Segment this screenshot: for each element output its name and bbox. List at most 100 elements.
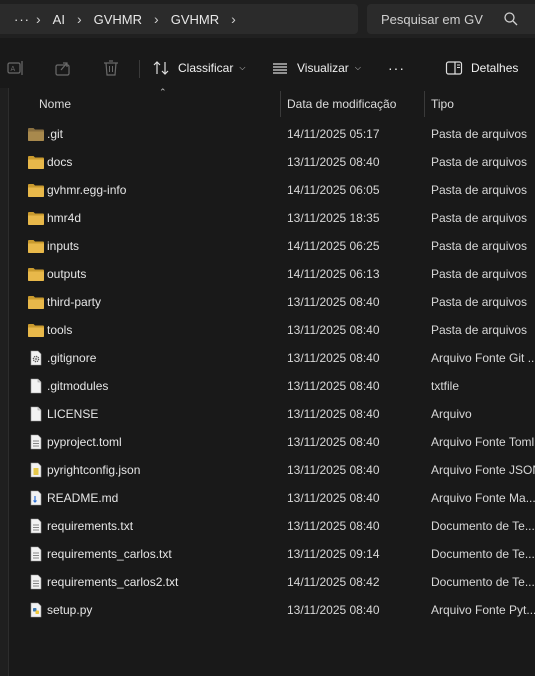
file-icon xyxy=(27,406,45,422)
chevron-down-icon: ⌵ xyxy=(354,63,361,72)
file-row[interactable]: setup.py 13/11/2025 08:40 Arquivo Fonte Py… xyxy=(9,596,535,624)
file-list: .git 14/11/2025 05:17 Pasta de arquivos doc… xyxy=(9,120,535,624)
search-box[interactable]: Pesquisar em GV xyxy=(367,4,535,34)
file-row[interactable]: docs 13/11/2025 08:40 Pasta de arquivos xyxy=(9,148,535,176)
folder-icon xyxy=(27,294,45,310)
chevron-right-icon[interactable]: › xyxy=(231,11,236,27)
chevron-down-icon: ⌵ xyxy=(239,63,246,72)
json-file-icon xyxy=(27,462,45,478)
file-icon xyxy=(27,378,45,394)
breadcrumb[interactable]: ··· › AI › GVHMR › GVHMR › xyxy=(0,4,358,34)
file-date: 13/11/2025 08:40 xyxy=(287,519,380,533)
file-row[interactable]: outputs 14/11/2025 06:13 Pasta de arquivos xyxy=(9,260,535,288)
file-row[interactable]: .gitignore 13/11/2025 08:40 Arquivo Fonte … xyxy=(9,344,535,372)
file-type: Arquivo xyxy=(431,407,472,421)
svg-text:A: A xyxy=(11,66,16,73)
file-date: 13/11/2025 08:40 xyxy=(287,351,380,365)
file-name: setup.py xyxy=(47,603,93,617)
file-row[interactable]: gvhmr.egg-info 14/11/2025 06:05 Pasta de a… xyxy=(9,176,535,204)
navigation-pane-edge xyxy=(0,88,8,676)
folder-icon xyxy=(27,182,45,198)
file-row[interactable]: inputs 14/11/2025 06:25 Pasta de arquivos xyxy=(9,232,535,260)
view-lines-icon xyxy=(273,63,287,74)
trash-icon[interactable] xyxy=(101,58,121,78)
folder-icon xyxy=(27,266,45,282)
file-date: 13/11/2025 18:35 xyxy=(287,211,380,225)
details-button[interactable]: Detalhes xyxy=(445,57,518,79)
breadcrumb-item-ai[interactable]: AI xyxy=(53,12,65,27)
file-type: Arquivo Fonte JSON xyxy=(431,463,535,477)
folder-icon xyxy=(27,210,45,226)
view-button[interactable]: Visualizar ⌵ xyxy=(271,57,361,79)
file-row[interactable]: requirements_carlos.txt 13/11/2025 09:14 D… xyxy=(9,540,535,568)
file-date: 14/11/2025 06:05 xyxy=(287,183,380,197)
text-file-icon xyxy=(27,434,45,450)
file-row[interactable]: LICENSE 13/11/2025 08:40 Arquivo xyxy=(9,400,535,428)
file-row[interactable]: .git 14/11/2025 05:17 Pasta de arquivos xyxy=(9,120,535,148)
file-date: 14/11/2025 06:25 xyxy=(287,239,380,253)
column-resize-handle[interactable] xyxy=(280,91,281,117)
file-name: .gitignore xyxy=(47,351,97,365)
file-row[interactable]: README.md 13/11/2025 08:40 Arquivo Fonte M… xyxy=(9,484,535,512)
chevron-right-icon: › xyxy=(76,11,82,27)
file-type: Pasta de arquivos xyxy=(431,239,528,253)
breadcrumb-more-button[interactable]: ··· xyxy=(8,12,36,27)
file-type: Pasta de arquivos xyxy=(431,211,528,225)
file-type: Documento de Te... xyxy=(431,547,535,561)
file-type: Documento de Te... xyxy=(431,575,535,589)
file-type: Arquivo Fonte Git ... xyxy=(431,351,535,365)
file-name: LICENSE xyxy=(47,407,99,421)
file-row[interactable]: .gitmodules 13/11/2025 08:40 txtfile xyxy=(9,372,535,400)
more-options-button[interactable]: ··· xyxy=(388,57,405,79)
file-name: requirements_carlos2.txt xyxy=(47,575,179,589)
toolbar-divider xyxy=(139,60,140,78)
file-name: .gitmodules xyxy=(47,379,109,393)
file-date: 13/11/2025 08:40 xyxy=(287,407,380,421)
file-row[interactable]: hmr4d 13/11/2025 18:35 Pasta de arquivos xyxy=(9,204,535,232)
file-name: requirements.txt xyxy=(47,519,134,533)
file-date: 13/11/2025 08:40 xyxy=(287,491,380,505)
file-row[interactable]: requirements_carlos2.txt 14/11/2025 08:42… xyxy=(9,568,535,596)
rename-icon[interactable]: A xyxy=(6,58,26,78)
sort-button[interactable]: Classificar ⌵ xyxy=(152,57,245,79)
column-resize-handle[interactable] xyxy=(424,91,425,117)
file-date: 13/11/2025 08:40 xyxy=(287,463,380,477)
folder-icon xyxy=(27,126,45,142)
sort-label: Classificar xyxy=(178,61,234,75)
details-label: Detalhes xyxy=(471,61,519,75)
file-name: tools xyxy=(47,323,73,337)
share-icon[interactable] xyxy=(53,58,73,78)
file-date: 13/11/2025 08:40 xyxy=(287,155,380,169)
file-type: txtfile xyxy=(431,379,460,393)
file-name: pyrightconfig.json xyxy=(47,463,141,477)
file-name: hmr4d xyxy=(47,211,82,225)
file-type: Pasta de arquivos xyxy=(431,155,528,169)
chevron-right-icon: › xyxy=(36,11,41,27)
file-row[interactable]: third-party 13/11/2025 08:40 Pasta de arqu… xyxy=(9,288,535,316)
column-header-name[interactable]: Nome xyxy=(39,97,71,111)
view-label: Visualizar xyxy=(297,61,349,75)
file-row[interactable]: requirements.txt 13/11/2025 08:40 Document… xyxy=(9,512,535,540)
file-type: Arquivo Fonte Toml xyxy=(431,435,535,449)
file-date: 14/11/2025 05:17 xyxy=(287,127,380,141)
file-type: Pasta de arquivos xyxy=(431,267,528,281)
markdown-file-icon xyxy=(27,490,45,506)
file-name: gvhmr.egg-info xyxy=(47,183,127,197)
file-type: Pasta de arquivos xyxy=(431,127,528,141)
file-row[interactable]: tools 13/11/2025 08:40 Pasta de arquivos xyxy=(9,316,535,344)
gear-file-icon xyxy=(27,350,45,366)
breadcrumb-item-gvhmr[interactable]: GVHMR xyxy=(94,12,142,27)
search-icon xyxy=(504,12,518,26)
search-input[interactable]: Pesquisar em GV xyxy=(381,12,503,27)
file-type: Pasta de arquivos xyxy=(431,323,528,337)
column-header-date[interactable]: Data de modificação xyxy=(287,97,396,111)
file-row[interactable]: pyproject.toml 13/11/2025 08:40 Arquivo Fo… xyxy=(9,428,535,456)
breadcrumb-item-gvhmr-current[interactable]: GVHMR xyxy=(171,12,219,27)
text-file-icon xyxy=(27,546,45,562)
file-row[interactable]: pyrightconfig.json 13/11/2025 08:40 Arquiv… xyxy=(9,456,535,484)
file-date: 13/11/2025 08:40 xyxy=(287,379,380,393)
folder-icon xyxy=(27,322,45,338)
file-name: outputs xyxy=(47,267,87,281)
address-bar-row: ··· › AI › GVHMR › GVHMR › Pesquisar em … xyxy=(0,0,535,38)
column-header-type[interactable]: Tipo xyxy=(431,97,454,111)
